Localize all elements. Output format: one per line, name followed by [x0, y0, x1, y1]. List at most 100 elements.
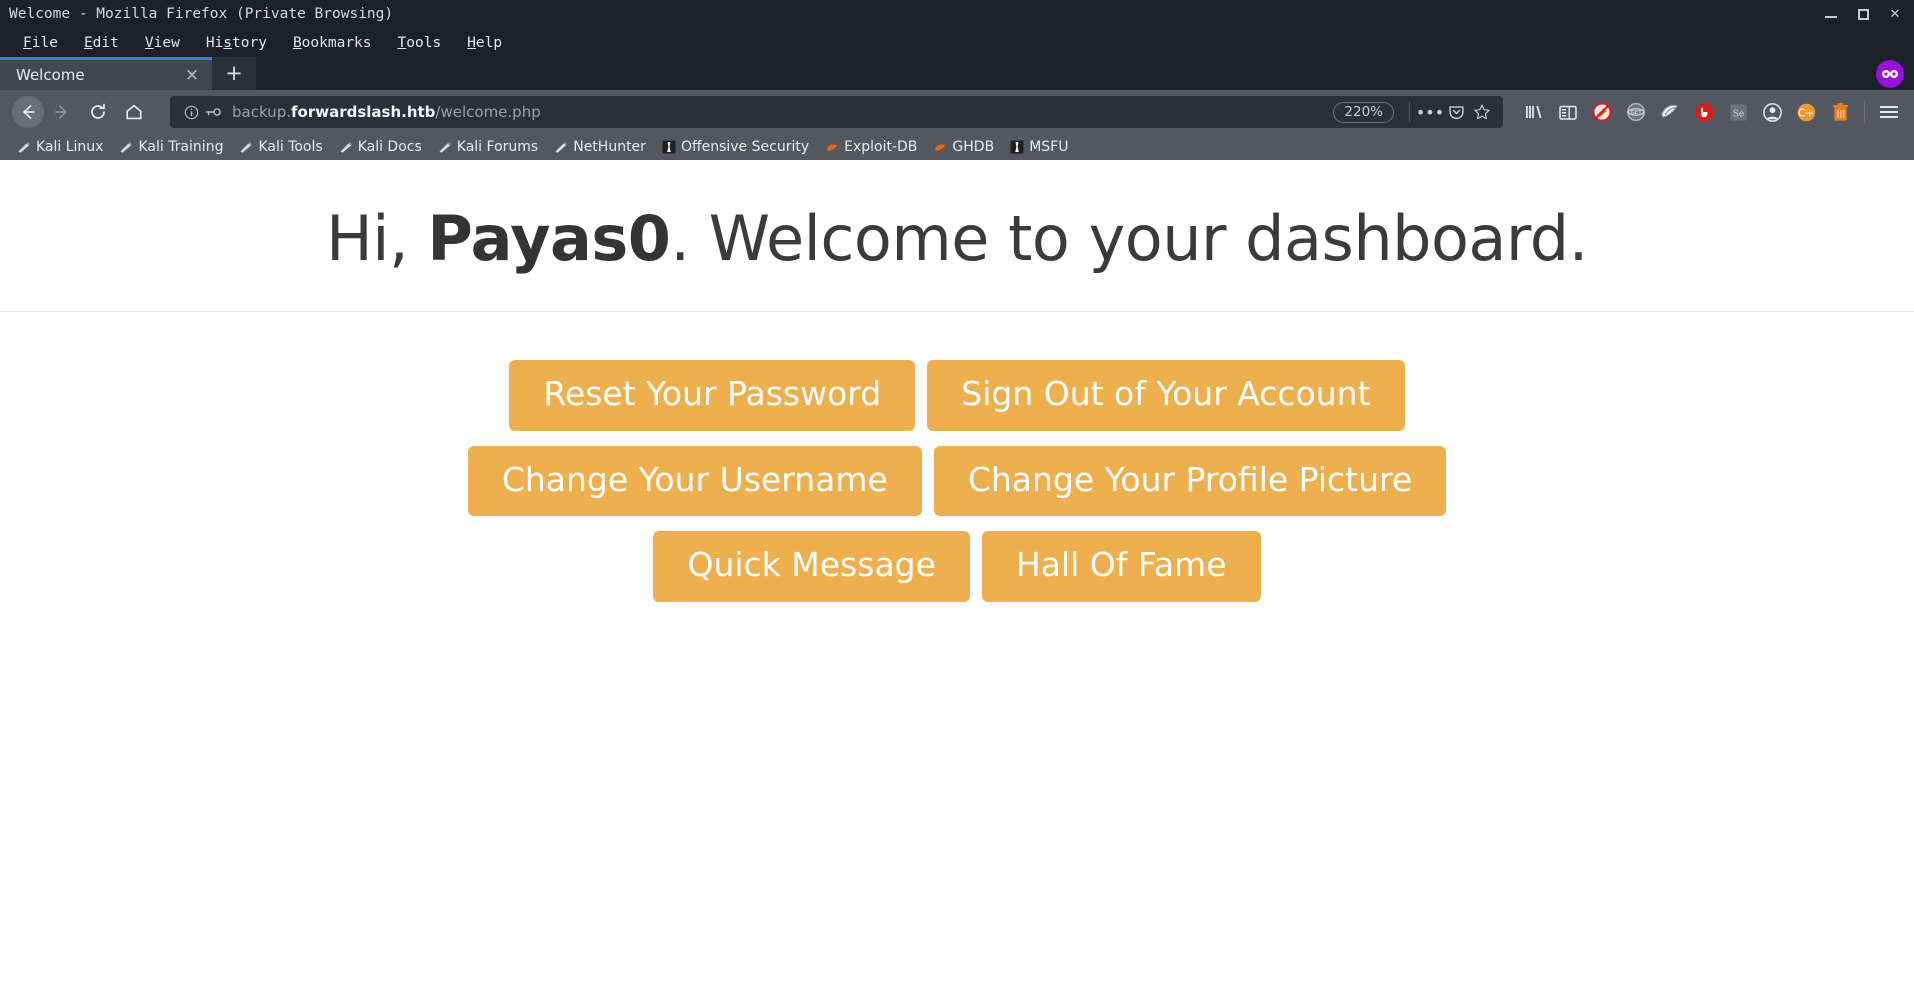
mask-glyph: [1882, 70, 1898, 78]
change-username-button[interactable]: Change Your Username: [467, 445, 922, 517]
wappalyzer-icon[interactable]: [1653, 95, 1687, 129]
minimize-button[interactable]: [1824, 7, 1838, 21]
kali-icon: [554, 140, 568, 154]
kali-icon: [438, 140, 452, 154]
new-tab-button[interactable]: +: [212, 57, 256, 90]
toolbar-divider: [1864, 101, 1865, 123]
page-title: Hi, Payas0. Welcome to your dashboard.: [0, 160, 1914, 311]
pocket-glyph: [1448, 105, 1464, 119]
info-circle-glyph: [184, 105, 198, 119]
forward-button[interactable]: [44, 94, 80, 130]
cookie-quick-manager-icon[interactable]: C+: [1789, 95, 1823, 129]
account-icon[interactable]: [1755, 95, 1789, 129]
bookmark-label: NetHunter: [573, 139, 646, 155]
url-bar[interactable]: backup.forwardslash.htb/welcome.php 220%…: [170, 96, 1503, 128]
offsec-icon: [1010, 140, 1024, 154]
menu-item-view[interactable]: View: [132, 33, 193, 53]
menu-item-edit[interactable]: Edit: [71, 33, 132, 53]
kali-glyph: [240, 142, 253, 153]
menu-item-file[interactable]: File: [10, 33, 71, 53]
bookmarks-toolbar: Kali Linux Kali Training Kali Tools Kali…: [0, 134, 1914, 160]
trash-icon[interactable]: [1823, 95, 1857, 129]
bookmark-label: Kali Linux: [36, 139, 104, 155]
reset-password-button[interactable]: Reset Your Password: [509, 360, 916, 431]
bookmark-msfu[interactable]: MSFU: [1002, 139, 1076, 155]
bookmark-ghdb[interactable]: GHDB: [925, 139, 1002, 155]
quick-message-button[interactable]: Quick Message: [653, 531, 970, 602]
tab-label: Welcome: [16, 66, 85, 84]
ublock-glyph: [1695, 103, 1713, 121]
menu-item-bookmarks[interactable]: Bookmarks: [280, 33, 385, 53]
reload-button[interactable]: [80, 94, 116, 130]
exploitdb-glyph: [935, 144, 946, 151]
forward-arrow-icon: [55, 105, 67, 119]
hamburger-glyph: [1880, 106, 1898, 118]
bookmark-kali-training[interactable]: Kali Training: [111, 139, 231, 155]
library-glyph: [1526, 105, 1542, 119]
cookie-glyph: C+: [1797, 103, 1815, 121]
menu-item-history[interactable]: History: [193, 33, 280, 53]
kali-glyph: [18, 142, 30, 153]
menu-item-help[interactable]: Help: [454, 33, 515, 53]
greeting-suffix: . Welcome to your dashboard.: [670, 202, 1588, 275]
info-icon[interactable]: [180, 101, 202, 123]
bookmark-kali-forums[interactable]: Kali Forums: [430, 139, 546, 155]
home-button[interactable]: [116, 94, 152, 130]
sign-out-button[interactable]: Sign Out of Your Account: [927, 360, 1405, 431]
action-row-1: Reset Your Password Sign Out of Your Acc…: [0, 360, 1914, 431]
bookmark-kali-tools[interactable]: Kali Tools: [231, 139, 330, 155]
sidebar-icon[interactable]: [1551, 95, 1585, 129]
window-title: Welcome - Mozilla Firefox (Private Brows…: [9, 6, 394, 22]
menu-label-edit-rest: dit: [92, 34, 119, 51]
url-prefix: backup.: [232, 103, 291, 121]
noscript-glyph: [1592, 102, 1612, 122]
se-extension-icon[interactable]: Se: [1721, 95, 1755, 129]
close-window-button[interactable]: ✕: [1888, 7, 1902, 21]
bookmark-exploit-db[interactable]: Exploit-DB: [817, 139, 925, 155]
menu-label-file-rest: ile: [31, 34, 58, 51]
bookmark-nethunter[interactable]: NetHunter: [546, 139, 654, 155]
zoom-level-badge[interactable]: 220%: [1333, 101, 1394, 123]
kali-glyph: [439, 142, 451, 153]
home-icon: [126, 104, 142, 120]
svg-text:GET: GET: [1630, 110, 1642, 116]
grey-badge-icon[interactable]: GET: [1619, 95, 1653, 129]
svg-text:Se: Se: [1732, 109, 1744, 119]
tab-bar: Welcome × +: [0, 57, 1914, 90]
ublock-origin-icon[interactable]: [1687, 95, 1721, 129]
menu-item-tools[interactable]: Tools: [385, 33, 455, 53]
maximize-button[interactable]: [1856, 7, 1870, 21]
bookmark-label: Kali Tools: [258, 139, 323, 155]
pocket-icon[interactable]: [1443, 99, 1469, 125]
bookmark-kali-docs[interactable]: Kali Docs: [331, 139, 430, 155]
exploitdb-icon: [933, 140, 947, 154]
bookmark-offensive-security[interactable]: Offensive Security: [654, 139, 817, 155]
reload-icon: [91, 103, 105, 119]
account-circle-glyph: [1762, 102, 1782, 122]
tab-welcome[interactable]: Welcome ×: [0, 57, 212, 90]
key-glyph: [205, 108, 221, 116]
library-icon[interactable]: [1517, 95, 1551, 129]
exploitdb-glyph: [827, 144, 838, 151]
hamburger-menu-icon[interactable]: [1872, 95, 1906, 129]
key-icon[interactable]: [202, 101, 224, 123]
action-button-group: Reset Your Password Sign Out of Your Acc…: [0, 312, 1914, 602]
kali-glyph: [555, 142, 568, 153]
noscript-icon[interactable]: [1585, 95, 1619, 129]
menu-bar: File Edit View History Bookmarks Tools H…: [0, 28, 1914, 57]
bookmark-star-icon[interactable]: [1469, 99, 1495, 125]
page-actions-button[interactable]: •••: [1416, 99, 1444, 125]
hall-of-fame-button[interactable]: Hall Of Fame: [981, 531, 1261, 602]
sidebar-glyph: [1559, 105, 1577, 120]
change-profile-picture-button[interactable]: Change Your Profile Picture: [933, 445, 1447, 517]
url-text[interactable]: backup.forwardslash.htb/welcome.php: [224, 103, 1333, 121]
kali-glyph: [340, 142, 352, 153]
back-button[interactable]: [12, 96, 44, 128]
kali-icon: [239, 140, 253, 154]
menu-label-view-rest: iew: [153, 34, 180, 51]
username: Payas0: [427, 202, 671, 275]
bookmark-kali-linux[interactable]: Kali Linux: [9, 139, 111, 155]
extension-toolbar: GET Se C+: [1517, 95, 1906, 129]
close-tab-icon[interactable]: ×: [182, 65, 202, 85]
action-row-3: Quick Message Hall Of Fame: [0, 531, 1914, 602]
